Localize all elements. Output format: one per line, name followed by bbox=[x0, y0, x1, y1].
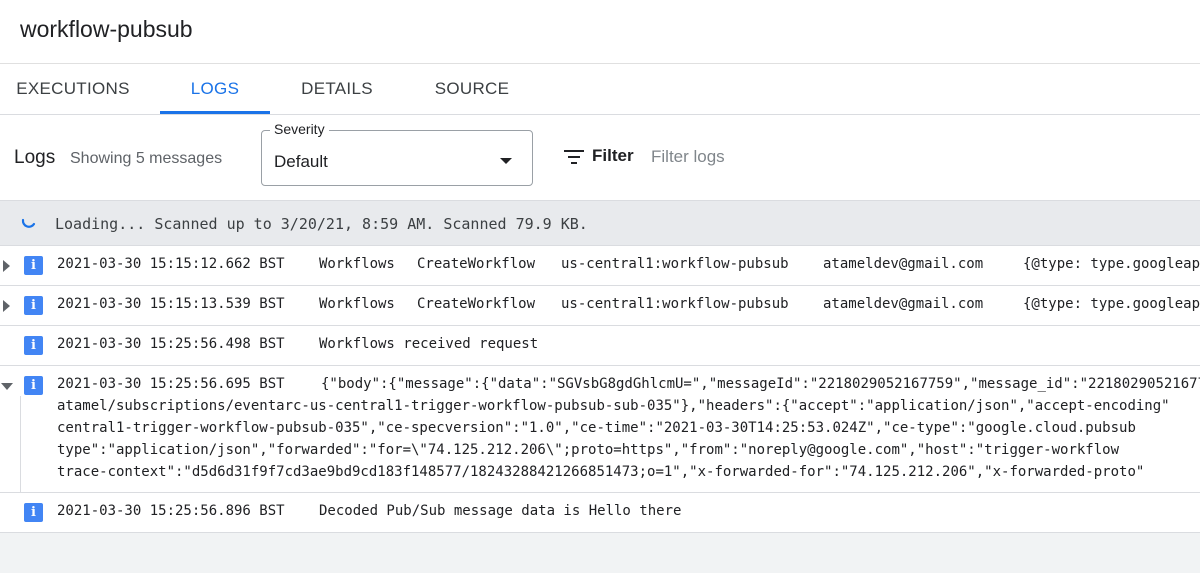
log-message: Workflows received request bbox=[319, 336, 539, 352]
active-tab-indicator bbox=[160, 111, 270, 114]
log-payload-line: atamel/subscriptions/eventarc-us-central… bbox=[57, 398, 1170, 414]
info-severity-icon: i bbox=[24, 376, 43, 395]
log-user: atameldev@gmail.com bbox=[823, 256, 984, 272]
log-timestamp: 2021-03-30 15:25:56.896 BST bbox=[57, 503, 285, 519]
log-timestamp: 2021-03-30 15:15:13.539 BST bbox=[57, 296, 285, 312]
log-user: atameldev@gmail.com bbox=[823, 296, 984, 312]
tab-logs[interactable]: LOGS bbox=[160, 64, 270, 114]
tab-source[interactable]: SOURCE bbox=[420, 64, 524, 114]
tab-executions[interactable]: EXECUTIONS bbox=[0, 64, 146, 114]
info-severity-icon: i bbox=[24, 503, 43, 522]
collapse-arrow-icon[interactable] bbox=[1, 383, 13, 390]
log-payload-line: {"body":{"message":{"data":"SGVsbG8gdGhl… bbox=[321, 376, 1200, 392]
tab-bar: EXECUTIONS LOGS DETAILS SOURCE bbox=[0, 64, 1200, 115]
loading-spinner-icon bbox=[21, 218, 36, 228]
log-service: Workflows bbox=[319, 256, 395, 272]
severity-select[interactable]: Severity Default bbox=[261, 121, 533, 186]
log-entry[interactable]: i 2021-03-30 15:15:12.662 BST Workflows … bbox=[0, 246, 1200, 286]
log-resource: us-central1:workflow-pubsub bbox=[561, 296, 789, 312]
page-header: workflow-pubsub bbox=[0, 0, 1200, 64]
log-service: Workflows bbox=[319, 296, 395, 312]
loading-status: Loading... Scanned up to 3/20/21, 8:59 A… bbox=[0, 201, 1200, 246]
log-entry[interactable]: i 2021-03-30 15:15:13.539 BST Workflows … bbox=[0, 286, 1200, 326]
message-count: Showing 5 messages bbox=[70, 150, 223, 167]
log-resource: us-central1:workflow-pubsub bbox=[561, 256, 789, 272]
log-message: Decoded Pub/Sub message data is Hello th… bbox=[319, 503, 682, 519]
severity-label: Severity bbox=[270, 121, 329, 137]
info-severity-icon: i bbox=[24, 296, 43, 315]
logs-toolbar: Logs Showing 5 messages Severity Default… bbox=[0, 115, 1200, 201]
log-entry[interactable]: i 2021-03-30 15:25:56.498 BST Workflows … bbox=[0, 326, 1200, 366]
expand-arrow-icon[interactable] bbox=[3, 260, 10, 272]
expand-arrow-icon[interactable] bbox=[3, 300, 10, 312]
tab-details[interactable]: DETAILS bbox=[286, 64, 388, 114]
log-entry[interactable]: i 2021-03-30 15:25:56.896 BST Decoded Pu… bbox=[0, 493, 1200, 533]
dropdown-arrow-icon bbox=[500, 158, 512, 164]
log-payload-line: trace-context":"d5d6d31f9f7cd3ae9bd9cd18… bbox=[57, 464, 1145, 480]
log-payload-line: type":"application/json","forwarded":"fo… bbox=[57, 442, 1120, 458]
log-method: CreateWorkflow bbox=[417, 296, 536, 312]
info-severity-icon: i bbox=[24, 336, 43, 355]
logs-heading: Logs bbox=[14, 147, 56, 168]
filter-label: Filter bbox=[592, 146, 634, 165]
severity-value: Default bbox=[274, 152, 328, 171]
loading-text: Loading... Scanned up to 3/20/21, 8:59 A… bbox=[55, 215, 588, 233]
page-title: workflow-pubsub bbox=[20, 16, 193, 42]
info-severity-icon: i bbox=[24, 256, 43, 275]
log-payload: {@type: type.googleapis.com bbox=[1023, 296, 1200, 312]
log-payload: {@type: type.googleapis.com bbox=[1023, 256, 1200, 272]
log-entry-expanded[interactable]: i 2021-03-30 15:25:56.695 BST {"body":{"… bbox=[0, 366, 1200, 493]
expanded-guide-line bbox=[20, 396, 21, 492]
log-payload-line: central1-trigger-workflow-pubsub-035","c… bbox=[57, 420, 1136, 436]
log-method: CreateWorkflow bbox=[417, 256, 536, 272]
log-timestamp: 2021-03-30 15:25:56.695 BST bbox=[57, 376, 285, 392]
filter-icon bbox=[564, 150, 584, 164]
log-timestamp: 2021-03-30 15:15:12.662 BST bbox=[57, 256, 285, 272]
log-timestamp: 2021-03-30 15:25:56.498 BST bbox=[57, 336, 285, 352]
filter-logs-input[interactable] bbox=[651, 145, 951, 169]
